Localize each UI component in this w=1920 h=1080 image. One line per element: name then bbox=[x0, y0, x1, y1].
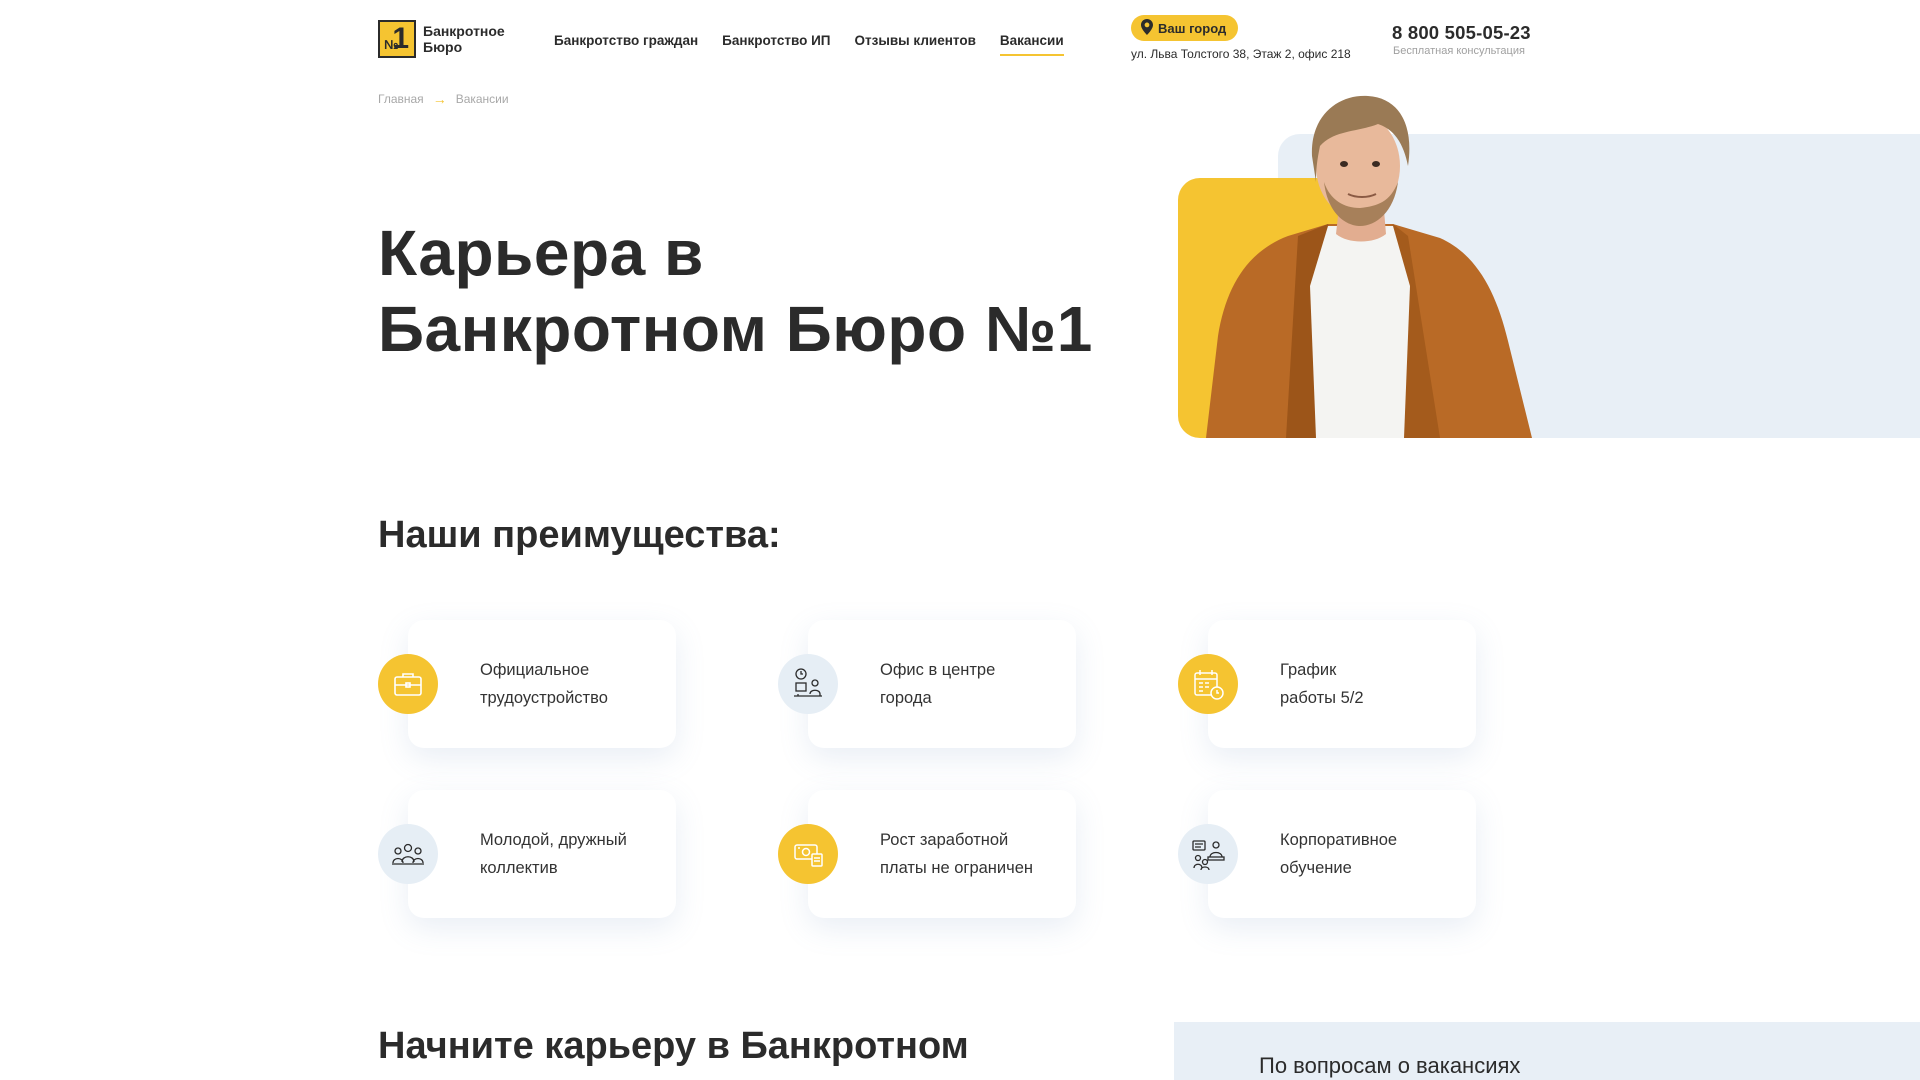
advantage-line1: Официальное bbox=[480, 661, 590, 679]
money-icon bbox=[778, 824, 838, 884]
calendar-icon bbox=[1178, 654, 1238, 714]
city-button-label: Ваш город bbox=[1158, 20, 1227, 36]
advantage-text: Рост заработной платы не ограничен bbox=[880, 826, 1033, 882]
advantage-text: Официальное трудоустройство bbox=[480, 656, 608, 712]
phone-caption: Бесплатная консультация bbox=[1393, 45, 1525, 57]
main-nav: Банкротство граждан Банкротство ИП Отзыв… bbox=[554, 33, 1064, 56]
advantage-line2: обучение bbox=[1280, 859, 1352, 877]
logo-line2: Бюро bbox=[423, 39, 463, 55]
advantage-line1: Офис в центре bbox=[880, 661, 996, 679]
logo-mark: № 1 bbox=[378, 20, 416, 58]
training-icon bbox=[1178, 824, 1238, 884]
breadcrumb-current: Вакансии bbox=[455, 92, 509, 106]
arrow-right-icon: → bbox=[432, 91, 447, 107]
breadcrumb-home[interactable]: Главная bbox=[378, 92, 424, 106]
advantage-text: Офис в центре города bbox=[880, 656, 995, 712]
phone-number[interactable]: 8 800 505-05-23 bbox=[1392, 22, 1531, 44]
office-icon bbox=[778, 654, 838, 714]
start-career-title: Начните карьеру в Банкротном bbox=[378, 1025, 969, 1067]
nav-bankruptcy-ip[interactable]: Банкротство ИП bbox=[722, 33, 830, 56]
advantage-text: Молодой, дружный коллектив bbox=[480, 826, 627, 882]
employee-photo bbox=[1206, 95, 1532, 438]
briefcase-icon bbox=[378, 654, 438, 714]
city-select-button[interactable]: Ваш город bbox=[1131, 15, 1239, 41]
advantage-line2: работы 5/2 bbox=[1280, 689, 1364, 707]
logo[interactable]: № 1 Банкротное Бюро bbox=[378, 20, 505, 58]
page-title: Карьера в Банкротном Бюро №1 bbox=[378, 215, 1093, 367]
advantage-line2: коллектив bbox=[480, 859, 558, 877]
advantage-text: График работы 5/2 bbox=[1280, 656, 1364, 712]
advantage-line1: График bbox=[1280, 661, 1337, 679]
nav-vacancies[interactable]: Вакансии bbox=[999, 33, 1064, 56]
logo-line1: Банкротное bbox=[423, 23, 505, 39]
advantage-line1: Молодой, дружный bbox=[480, 831, 627, 849]
advantages-title: Наши преимущества: bbox=[378, 514, 781, 556]
vacancy-contact-text: По вопросам о вакансиях bbox=[1259, 1053, 1521, 1078]
page-title-line2: Банкротном Бюро №1 bbox=[378, 293, 1093, 365]
office-address: ул. Льва Толстого 38, Этаж 2, офис 218 bbox=[1131, 47, 1351, 61]
advantage-line2: трудоустройство bbox=[480, 689, 608, 707]
advantage-line2: города bbox=[880, 689, 932, 707]
advantage-text: Корпоративное обучение bbox=[1280, 826, 1397, 882]
nav-bankruptcy-citizens[interactable]: Банкротство граждан bbox=[554, 33, 698, 56]
logo-one: 1 bbox=[392, 22, 409, 55]
team-icon bbox=[378, 824, 438, 884]
logo-text: Банкротное Бюро bbox=[423, 23, 505, 55]
advantage-line1: Корпоративное bbox=[1280, 831, 1398, 849]
location-pin-icon bbox=[1141, 18, 1153, 38]
breadcrumb: Главная → Вакансии bbox=[378, 91, 509, 107]
page-title-line1: Карьера в bbox=[378, 217, 704, 289]
nav-client-reviews[interactable]: Отзывы клиентов bbox=[855, 33, 976, 56]
advantage-line2: платы не ограничен bbox=[880, 859, 1034, 877]
advantage-line1: Рост заработной bbox=[880, 831, 1009, 849]
